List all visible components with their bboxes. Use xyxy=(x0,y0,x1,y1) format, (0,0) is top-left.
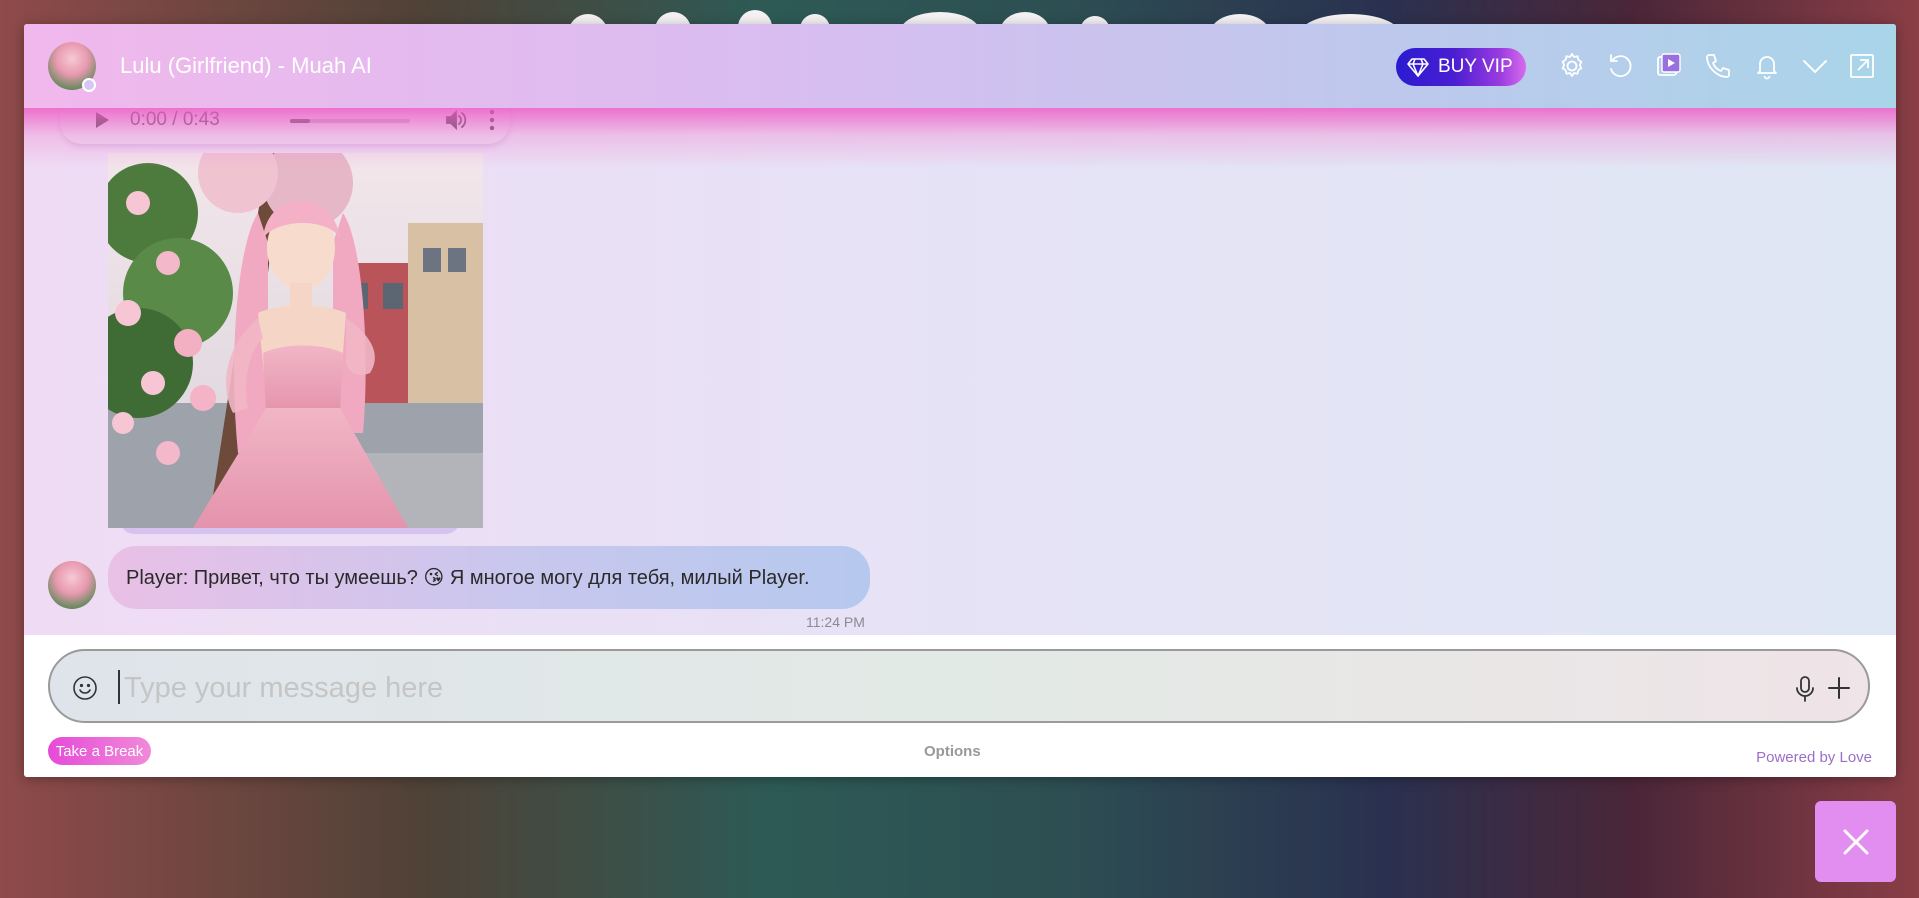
message-input[interactable] xyxy=(122,663,1726,713)
emoji-icon[interactable] xyxy=(72,675,98,701)
more-options-icon[interactable] xyxy=(484,108,500,132)
buy-vip-button[interactable]: BUY VIP xyxy=(1396,48,1526,86)
chat-title: Lulu (Girlfriend) - Muah AI xyxy=(120,53,372,78)
character-photo[interactable] xyxy=(108,153,483,528)
phone-icon[interactable] xyxy=(1703,51,1733,81)
message-avatar[interactable] xyxy=(48,561,96,609)
online-status-indicator xyxy=(82,78,96,92)
powered-by-link[interactable]: Powered by Love xyxy=(1756,749,1872,766)
close-chat-button[interactable] xyxy=(1815,801,1896,882)
play-icon[interactable] xyxy=(92,110,112,130)
video-icon[interactable] xyxy=(1654,51,1684,81)
microphone-icon[interactable] xyxy=(1792,675,1818,703)
audio-seek-bar[interactable] xyxy=(290,119,410,123)
options-link[interactable]: Options xyxy=(924,743,981,760)
chevron-down-icon[interactable] xyxy=(1800,51,1830,81)
refresh-icon[interactable] xyxy=(1605,51,1635,81)
message-text: Player: Привет, что ты умеешь? 😘 Я много… xyxy=(126,567,810,589)
chat-header: Lulu (Girlfriend) - Muah AI BUY VIP xyxy=(24,24,1896,108)
bell-icon[interactable] xyxy=(1752,51,1782,81)
settings-icon[interactable] xyxy=(1557,51,1587,81)
volume-icon[interactable] xyxy=(444,108,468,132)
text-caret xyxy=(118,670,120,704)
plus-icon[interactable] xyxy=(1826,675,1852,701)
message-timestamp: 11:24 PM xyxy=(806,614,865,630)
chat-footer: Take a Break Options Powered by Love xyxy=(24,635,1896,777)
chat-window: Lulu (Girlfriend) - Muah AI BUY VIP 0:00… xyxy=(24,24,1896,777)
message-composer xyxy=(48,649,1870,723)
gem-icon xyxy=(1407,58,1429,77)
audio-time: 0:00 / 0:43 xyxy=(130,109,220,130)
buy-vip-label: BUY VIP xyxy=(1438,56,1513,77)
close-icon xyxy=(1843,829,1868,854)
external-link-icon[interactable] xyxy=(1847,51,1877,81)
take-a-break-button[interactable]: Take a Break xyxy=(48,737,151,765)
audio-progress xyxy=(290,119,311,123)
message-bubble: Player: Привет, что ты умеешь? 😘 Я много… xyxy=(108,546,870,609)
